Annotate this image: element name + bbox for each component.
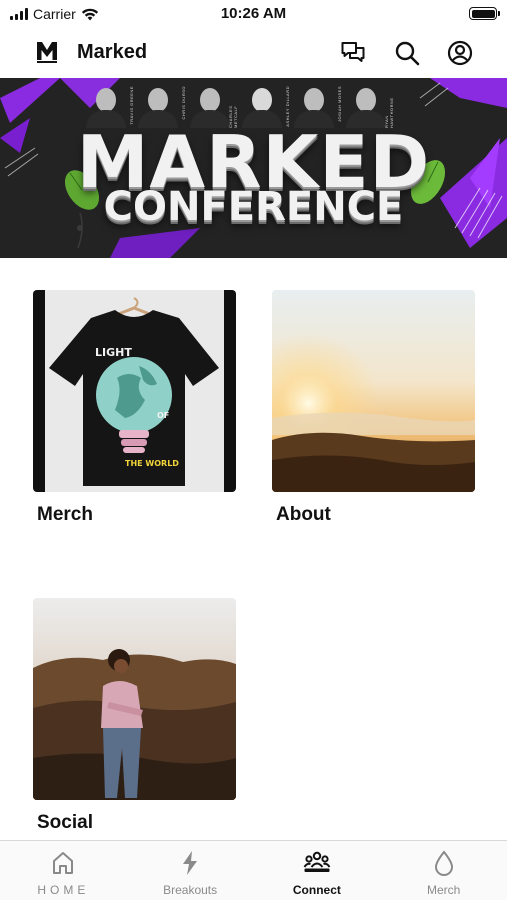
home-icon — [53, 852, 74, 874]
about-label: About — [276, 504, 331, 525]
drop-icon — [434, 850, 453, 876]
social-tile[interactable]: Social — [33, 598, 236, 834]
status-time: 10:26 AM — [220, 5, 287, 22]
tab-merch[interactable]: Merch — [380, 841, 507, 900]
banner-title-line2: CONFERENCE — [103, 184, 404, 230]
tab-breakouts[interactable]: Breakouts — [127, 841, 254, 900]
battery-icon — [469, 7, 500, 20]
tab-home-label: HOME — [37, 883, 90, 897]
tab-connect-label: Connect — [292, 883, 341, 897]
bottom-tab-bar: HOME Breakouts Connect Merch — [0, 840, 507, 900]
about-tile[interactable]: About — [272, 290, 475, 526]
marked-logo-icon — [37, 42, 57, 63]
social-image — [33, 598, 236, 800]
svg-text:THE WORLD: THE WORLD — [125, 459, 179, 468]
tab-merch-label: Merch — [426, 883, 461, 897]
search-icon — [395, 41, 420, 66]
account-button[interactable] — [447, 40, 473, 66]
merch-image: LIGHT OF THE WORLD — [33, 290, 236, 492]
tab-breakouts-label: Breakouts — [163, 883, 218, 897]
tab-home[interactable]: HOME — [0, 841, 127, 900]
app-header: Marked — [0, 28, 507, 78]
about-image — [272, 290, 475, 492]
merch-label: Merch — [37, 504, 93, 525]
tab-connect[interactable]: Connect — [254, 841, 381, 900]
account-icon — [447, 40, 473, 66]
conference-banner[interactable]: TRAVIS GREENE CHRIS DURSO CHARLES METCAL… — [0, 78, 507, 258]
chat-button[interactable] — [340, 40, 366, 66]
people-icon — [303, 851, 331, 872]
app-title: Marked — [77, 41, 148, 63]
chat-icon — [341, 42, 365, 62]
search-button[interactable] — [394, 40, 420, 66]
svg-text:LIGHT: LIGHT — [95, 346, 132, 359]
svg-text:OF: OF — [157, 411, 169, 420]
lightning-icon — [183, 851, 198, 875]
merch-tile[interactable]: LIGHT OF THE WORLD Merch — [33, 290, 236, 526]
status-bar: Carrier 10:26 AM — [0, 0, 507, 28]
social-label: Social — [37, 812, 93, 833]
